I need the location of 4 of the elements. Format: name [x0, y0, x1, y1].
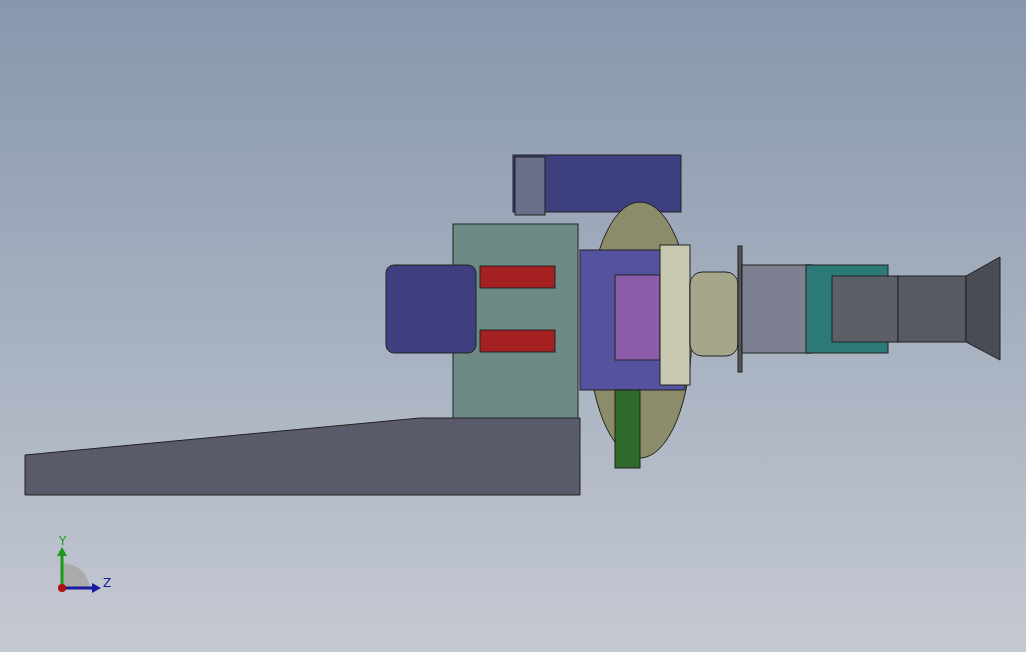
axis-label: Y — [59, 534, 67, 548]
axis-label: Z — [103, 576, 112, 590]
axis-triad-icon — [57, 547, 101, 593]
model-viewport[interactable]: Y Z — [0, 0, 1026, 652]
